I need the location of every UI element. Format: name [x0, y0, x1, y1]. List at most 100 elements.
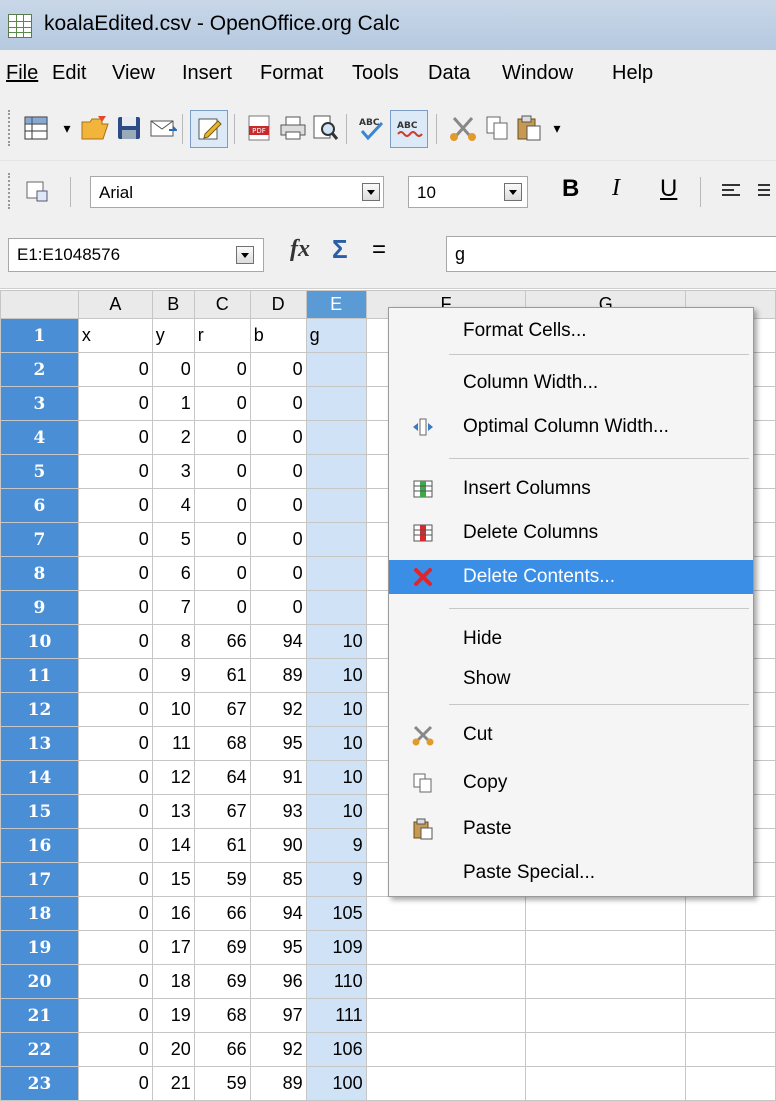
cell-e18[interactable]: 105 — [305, 896, 367, 931]
cell-b19[interactable]: 17 — [151, 930, 195, 965]
font-size-dropdown[interactable] — [504, 183, 522, 201]
row-header[interactable]: 12 — [0, 692, 79, 727]
menu-window[interactable]: Window — [502, 62, 573, 85]
menu-view[interactable]: View — [112, 62, 155, 85]
cell-a14[interactable]: 0 — [77, 760, 153, 795]
menu-item-copy[interactable]: Copy — [389, 766, 753, 800]
cell-c20[interactable]: 69 — [193, 964, 251, 999]
menu-help[interactable]: Help — [612, 62, 653, 85]
empty-cell[interactable] — [525, 896, 687, 931]
menu-tools[interactable]: Tools — [352, 62, 399, 85]
row-header[interactable]: 1 — [0, 318, 79, 353]
cell-d12[interactable]: 92 — [249, 692, 307, 727]
cell-b13[interactable]: 11 — [151, 726, 195, 761]
row-header[interactable]: 15 — [0, 794, 79, 829]
cell-e16[interactable]: 9 — [305, 828, 367, 863]
cell-e4[interactable] — [305, 420, 367, 455]
menu-item-show[interactable]: Show — [389, 662, 753, 696]
empty-cell[interactable] — [365, 1032, 527, 1067]
cell-d20[interactable]: 96 — [249, 964, 307, 999]
autospellcheck-icon[interactable]: ABC — [390, 110, 428, 148]
cell-b5[interactable]: 3 — [151, 454, 195, 489]
menu-format[interactable]: Format — [260, 62, 323, 85]
cell-b11[interactable]: 9 — [151, 658, 195, 693]
cell-a12[interactable]: 0 — [77, 692, 153, 727]
cell-c9[interactable]: 0 — [193, 590, 251, 625]
cell-e8[interactable] — [305, 556, 367, 591]
italic-button[interactable]: I — [612, 175, 620, 202]
cell-d13[interactable]: 95 — [249, 726, 307, 761]
cell-d8[interactable]: 0 — [249, 556, 307, 591]
row-header[interactable]: 6 — [0, 488, 79, 523]
cell-c6[interactable]: 0 — [193, 488, 251, 523]
row-header[interactable]: 20 — [0, 964, 79, 999]
cell-d6[interactable]: 0 — [249, 488, 307, 523]
cell-a13[interactable]: 0 — [77, 726, 153, 761]
empty-cell[interactable] — [365, 964, 527, 999]
row-header[interactable]: 5 — [0, 454, 79, 489]
menu-item-delete-contents[interactable]: Delete Contents... — [389, 560, 753, 594]
cell-b6[interactable]: 4 — [151, 488, 195, 523]
empty-cell[interactable] — [365, 998, 527, 1033]
cell-e5[interactable] — [305, 454, 367, 489]
align-center-icon[interactable] — [752, 176, 774, 206]
cell-e12[interactable]: 10 — [305, 692, 367, 727]
menu-edit[interactable]: Edit — [52, 62, 86, 85]
cell-a2[interactable]: 0 — [77, 352, 153, 387]
cell-b8[interactable]: 6 — [151, 556, 195, 591]
function-equals-icon[interactable]: = — [372, 236, 386, 264]
cell-b20[interactable]: 18 — [151, 964, 195, 999]
row-header[interactable]: 22 — [0, 1032, 79, 1067]
cell-d11[interactable]: 89 — [249, 658, 307, 693]
cell-d18[interactable]: 94 — [249, 896, 307, 931]
email-document-icon[interactable] — [148, 113, 178, 143]
menu-item-optimal-column-width[interactable]: Optimal Column Width... — [389, 410, 753, 444]
empty-cell[interactable] — [525, 1032, 687, 1067]
menu-item-format-cells[interactable]: Format Cells... — [389, 314, 753, 348]
cell-d5[interactable]: 0 — [249, 454, 307, 489]
cell-a11[interactable]: 0 — [77, 658, 153, 693]
menu-item-column-width[interactable]: Column Width... — [389, 366, 753, 400]
cell-a3[interactable]: 0 — [77, 386, 153, 421]
cell-e7[interactable] — [305, 522, 367, 557]
empty-cell[interactable] — [685, 998, 776, 1033]
cell-c5[interactable]: 0 — [193, 454, 251, 489]
cell-e1[interactable]: g — [305, 318, 367, 353]
cell-a7[interactable]: 0 — [77, 522, 153, 557]
cell-e11[interactable]: 10 — [305, 658, 367, 693]
cell-a21[interactable]: 0 — [77, 998, 153, 1033]
open-folder-icon[interactable] — [80, 113, 110, 143]
cell-a17[interactable]: 0 — [77, 862, 153, 897]
row-header[interactable]: 7 — [0, 522, 79, 557]
cell-c7[interactable]: 0 — [193, 522, 251, 557]
underline-button[interactable]: U — [660, 175, 677, 203]
cell-a4[interactable]: 0 — [77, 420, 153, 455]
cell-d1[interactable]: b — [249, 318, 307, 353]
cell-e17[interactable]: 9 — [305, 862, 367, 897]
cell-b12[interactable]: 10 — [151, 692, 195, 727]
cell-d10[interactable]: 94 — [249, 624, 307, 659]
copy-icon[interactable] — [482, 113, 512, 143]
menu-file[interactable]: File — [6, 62, 38, 85]
row-header[interactable]: 13 — [0, 726, 79, 761]
cell-a6[interactable]: 0 — [77, 488, 153, 523]
cell-e13[interactable]: 10 — [305, 726, 367, 761]
cell-b7[interactable]: 5 — [151, 522, 195, 557]
column-header-b[interactable]: B — [151, 290, 195, 319]
cell-a18[interactable]: 0 — [77, 896, 153, 931]
empty-cell[interactable] — [685, 930, 776, 965]
cell-d21[interactable]: 97 — [249, 998, 307, 1033]
name-box-dropdown[interactable] — [236, 246, 254, 264]
cell-d14[interactable]: 91 — [249, 760, 307, 795]
cell-e14[interactable]: 10 — [305, 760, 367, 795]
cell-b14[interactable]: 12 — [151, 760, 195, 795]
row-header[interactable]: 2 — [0, 352, 79, 387]
cell-c13[interactable]: 68 — [193, 726, 251, 761]
row-header[interactable]: 16 — [0, 828, 79, 863]
new-document-icon[interactable] — [22, 113, 52, 143]
cell-c14[interactable]: 64 — [193, 760, 251, 795]
cell-b15[interactable]: 13 — [151, 794, 195, 829]
cell-c8[interactable]: 0 — [193, 556, 251, 591]
cell-e9[interactable] — [305, 590, 367, 625]
cell-b9[interactable]: 7 — [151, 590, 195, 625]
